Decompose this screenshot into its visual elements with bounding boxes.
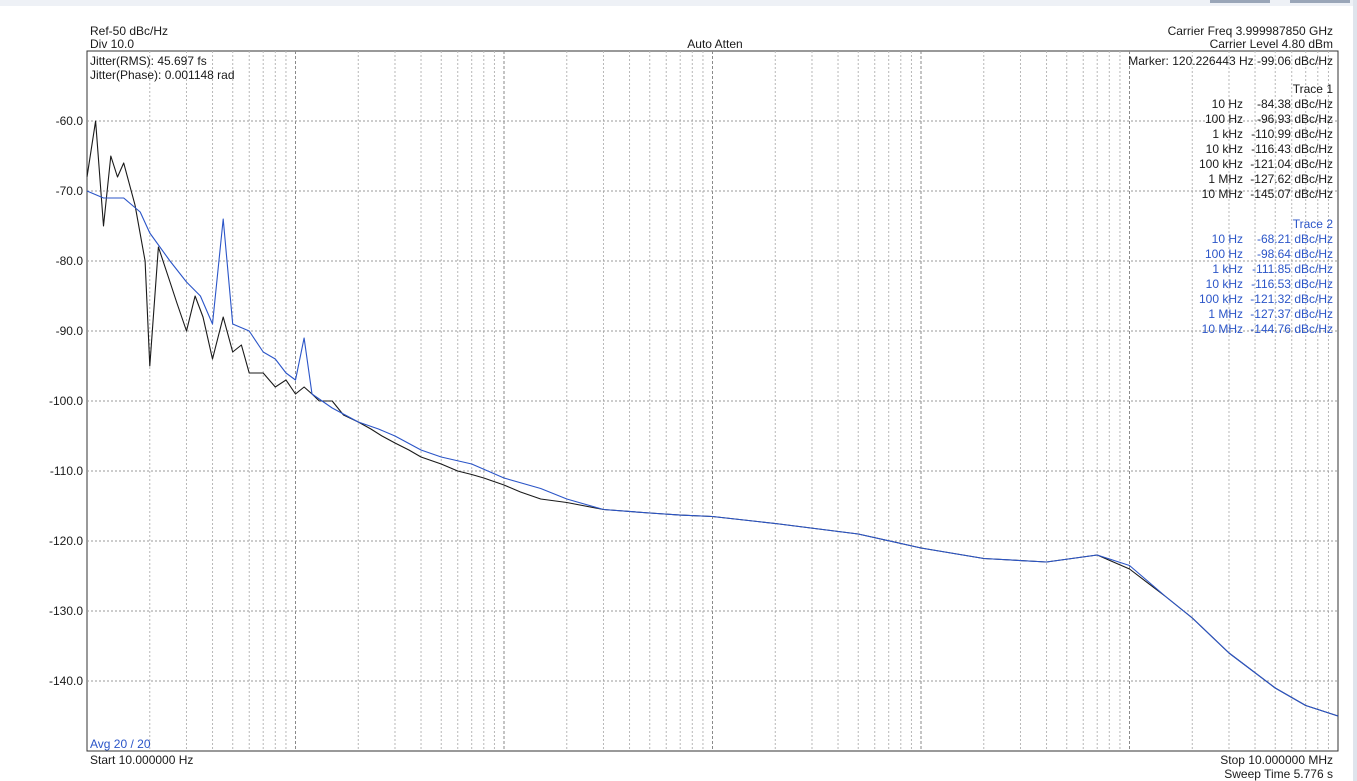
trace1-title: Trace 1 — [1292, 82, 1333, 96]
table-row: 10 MHz -145.07 dBc/Hz — [1173, 187, 1333, 202]
table-row: 1 MHz -127.37 dBc/Hz — [1173, 307, 1333, 322]
trace2-freq: 1 MHz — [1208, 307, 1243, 321]
trace2-value: -116.53 dBc/Hz — [1251, 277, 1333, 291]
y-tick-label: -60.0 — [56, 114, 84, 128]
window-right-edge — [1353, 0, 1357, 781]
trace2-freq: 10 MHz — [1201, 322, 1243, 336]
trace2-value: -144.76 dBc/Hz — [1250, 322, 1333, 336]
table-row: 10 MHz -144.76 dBc/Hz — [1173, 322, 1333, 337]
table-row: 1 MHz -127.62 dBc/Hz — [1173, 172, 1333, 187]
trace1-freq: 100 Hz — [1204, 112, 1243, 126]
auto-atten-label: Auto Atten — [687, 37, 743, 51]
y-tick-label: -130.0 — [49, 604, 83, 618]
y-tick-label: -90.0 — [56, 324, 84, 338]
trace2-freq: 10 kHz — [1205, 277, 1243, 291]
trace2-value: -68.21 dBc/Hz — [1256, 232, 1333, 246]
trace1-freq: 10 MHz — [1201, 187, 1243, 201]
trace1-table: Trace 1 10 Hz -84.38 dBc/Hz 100 Hz -96.93 … — [1173, 82, 1333, 202]
start-freq-label: Start 10.000000 Hz — [90, 753, 194, 767]
trace2-value: -121.32 dBc/Hz — [1250, 292, 1333, 306]
sweep-time-label: Sweep Time 5.776 s — [1224, 767, 1333, 781]
trace1-freq: 100 kHz — [1198, 157, 1243, 171]
table-row: 100 Hz -96.93 dBc/Hz — [1173, 112, 1333, 127]
marker-readout: Marker: 120.226443 Hz -99.06 dBc/Hz — [1128, 54, 1333, 68]
trace2-freq: 100 Hz — [1204, 247, 1243, 261]
phase-noise-chart: -60.0 -70.0 -80.0 -90.0 -100.0 -110.0 -120.0 -1… — [49, 50, 1339, 752]
table-row: 10 Hz -84.38 dBc/Hz — [1173, 97, 1333, 112]
trace1-value: -121.04 dBc/Hz — [1250, 157, 1333, 171]
trace1-freq: 1 MHz — [1208, 172, 1243, 186]
div-label: Div 10.0 — [90, 37, 135, 51]
table-row: 10 Hz -68.21 dBc/Hz — [1173, 232, 1333, 247]
avg-label: Avg 20 / 20 — [90, 737, 151, 751]
table-row: 100 Hz -98.64 dBc/Hz — [1173, 247, 1333, 262]
ref-level-label: Ref-50 dBc/Hz — [90, 24, 169, 38]
table-row: 10 kHz -116.53 dBc/Hz — [1173, 277, 1333, 292]
y-tick-label: -70.0 — [56, 184, 84, 198]
trace2-value: -98.64 dBc/Hz — [1256, 247, 1333, 261]
y-tick-label: -140.0 — [49, 674, 83, 688]
y-tick-label: -100.0 — [49, 394, 83, 408]
table-row: 100 kHz -121.32 dBc/Hz — [1173, 292, 1333, 307]
y-tick-label: -120.0 — [49, 534, 83, 548]
trace2-title: Trace 2 — [1292, 217, 1333, 231]
y-tick-label: -80.0 — [56, 254, 84, 268]
trace1-freq: 10 kHz — [1205, 142, 1243, 156]
table-row: 1 kHz -111.85 dBc/Hz — [1173, 262, 1333, 277]
carrier-level-label: Carrier Level 4.80 dBm — [1209, 37, 1333, 51]
stop-freq-label: Stop 10.000000 MHz — [1220, 753, 1333, 767]
trace1-value: -116.43 dBc/Hz — [1251, 142, 1333, 156]
trace2-freq: 100 kHz — [1198, 292, 1243, 306]
table-row: 1 kHz -110.99 dBc/Hz — [1173, 127, 1333, 142]
trace2-freq: 1 kHz — [1212, 262, 1243, 276]
trace2-table: Trace 2 10 Hz -68.21 dBc/Hz 100 Hz -98.64 … — [1173, 217, 1333, 337]
trace1-freq: 1 kHz — [1212, 127, 1243, 141]
carrier-freq-label: Carrier Freq 3.999987850 GHz — [1167, 24, 1333, 38]
trace1-value: -145.07 dBc/Hz — [1250, 187, 1333, 201]
trace1-value: -110.99 dBc/Hz — [1251, 127, 1333, 141]
trace1-freq: 10 Hz — [1211, 97, 1243, 111]
trace2-value: -111.85 dBc/Hz — [1252, 262, 1333, 276]
jitter-rms-label: Jitter(RMS): 45.697 fs — [90, 54, 207, 68]
trace1-value: -96.93 dBc/Hz — [1256, 112, 1333, 126]
y-tick-label: -110.0 — [50, 464, 83, 478]
table-row: 10 kHz -116.43 dBc/Hz — [1173, 142, 1333, 157]
trace1-value: -84.38 dBc/Hz — [1256, 97, 1333, 111]
trace2-freq: 10 Hz — [1211, 232, 1243, 246]
trace1-value: -127.62 dBc/Hz — [1250, 172, 1333, 186]
jitter-phase-label: Jitter(Phase): 0.001148 rad — [90, 68, 235, 82]
trace2-value: -127.37 dBc/Hz — [1250, 307, 1333, 321]
table-row: 100 kHz -121.04 dBc/Hz — [1173, 157, 1333, 172]
